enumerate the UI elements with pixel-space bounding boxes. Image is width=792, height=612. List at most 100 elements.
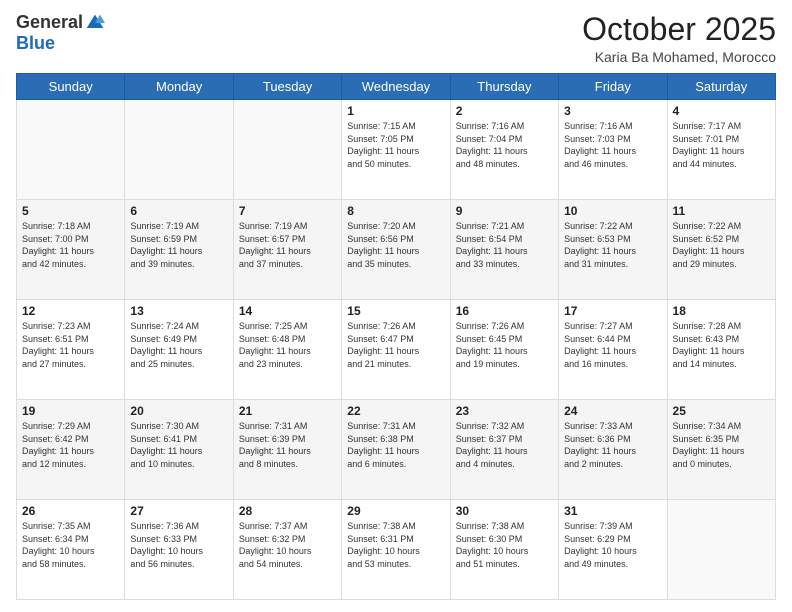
- calendar-day-cell: 16 Sunrise: 7:26 AM Sunset: 6:45 PM Dayli…: [450, 300, 558, 400]
- calendar-day-cell: 5 Sunrise: 7:18 AM Sunset: 7:00 PM Daylig…: [17, 200, 125, 300]
- calendar-day-cell: 23 Sunrise: 7:32 AM Sunset: 6:37 PM Dayli…: [450, 400, 558, 500]
- day-number: 11: [673, 204, 770, 218]
- day-info: Sunrise: 7:31 AM Sunset: 6:38 PM Dayligh…: [347, 420, 444, 470]
- day-number: 13: [130, 304, 227, 318]
- day-info: Sunrise: 7:18 AM Sunset: 7:00 PM Dayligh…: [22, 220, 119, 270]
- day-info: Sunrise: 7:27 AM Sunset: 6:44 PM Dayligh…: [564, 320, 661, 370]
- calendar-day-cell: 11 Sunrise: 7:22 AM Sunset: 6:52 PM Dayli…: [667, 200, 775, 300]
- calendar-day-cell: 18 Sunrise: 7:28 AM Sunset: 6:43 PM Dayli…: [667, 300, 775, 400]
- day-info: Sunrise: 7:29 AM Sunset: 6:42 PM Dayligh…: [22, 420, 119, 470]
- day-info: Sunrise: 7:38 AM Sunset: 6:31 PM Dayligh…: [347, 520, 444, 570]
- day-number: 1: [347, 104, 444, 118]
- day-info: Sunrise: 7:19 AM Sunset: 6:57 PM Dayligh…: [239, 220, 336, 270]
- day-number: 8: [347, 204, 444, 218]
- page: General Blue October 2025 Karia Ba Moham…: [0, 0, 792, 612]
- calendar-day-cell: 3Sunrise: 7:16 AM Sunset: 7:03 PM Daylig…: [559, 100, 667, 200]
- calendar-day-cell: 6 Sunrise: 7:19 AM Sunset: 6:59 PM Daylig…: [125, 200, 233, 300]
- location-subtitle: Karia Ba Mohamed, Morocco: [582, 49, 776, 65]
- day-number: 9: [456, 204, 553, 218]
- header: General Blue October 2025 Karia Ba Moham…: [16, 12, 776, 65]
- calendar-day-cell: 26 Sunrise: 7:35 AM Sunset: 6:34 PM Dayli…: [17, 500, 125, 600]
- day-number: 30: [456, 504, 553, 518]
- day-number: 4: [673, 104, 770, 118]
- day-info: Sunrise: 7:21 AM Sunset: 6:54 PM Dayligh…: [456, 220, 553, 270]
- logo-blue-text: Blue: [16, 33, 55, 54]
- calendar-day-cell: [17, 100, 125, 200]
- day-number: 6: [130, 204, 227, 218]
- calendar-day-cell: 2 Sunrise: 7:16 AM Sunset: 7:04 PM Daylig…: [450, 100, 558, 200]
- calendar-day-cell: 14 Sunrise: 7:25 AM Sunset: 6:48 PM Dayli…: [233, 300, 341, 400]
- calendar-day-cell: 29Sunrise: 7:38 AM Sunset: 6:31 PM Dayli…: [342, 500, 450, 600]
- calendar-day-cell: 21 Sunrise: 7:31 AM Sunset: 6:39 PM Dayli…: [233, 400, 341, 500]
- day-number: 20: [130, 404, 227, 418]
- day-number: 14: [239, 304, 336, 318]
- calendar-day-cell: 17 Sunrise: 7:27 AM Sunset: 6:44 PM Dayli…: [559, 300, 667, 400]
- logo: General Blue: [16, 12, 105, 54]
- day-info: Sunrise: 7:38 AM Sunset: 6:30 PM Dayligh…: [456, 520, 553, 570]
- logo-icon: [85, 13, 105, 33]
- calendar-day-cell: [125, 100, 233, 200]
- day-number: 18: [673, 304, 770, 318]
- day-info: Sunrise: 7:16 AM Sunset: 7:04 PM Dayligh…: [456, 120, 553, 170]
- day-info: Sunrise: 7:16 AM Sunset: 7:03 PM Dayligh…: [564, 120, 661, 170]
- header-thursday: Thursday: [450, 74, 558, 100]
- calendar-day-cell: 4Sunrise: 7:17 AM Sunset: 7:01 PM Daylig…: [667, 100, 775, 200]
- calendar-day-cell: 13Sunrise: 7:24 AM Sunset: 6:49 PM Dayli…: [125, 300, 233, 400]
- day-number: 21: [239, 404, 336, 418]
- day-info: Sunrise: 7:28 AM Sunset: 6:43 PM Dayligh…: [673, 320, 770, 370]
- month-title: October 2025: [582, 12, 776, 47]
- calendar-day-cell: 27 Sunrise: 7:36 AM Sunset: 6:33 PM Dayli…: [125, 500, 233, 600]
- day-number: 7: [239, 204, 336, 218]
- day-info: Sunrise: 7:32 AM Sunset: 6:37 PM Dayligh…: [456, 420, 553, 470]
- calendar-day-cell: [233, 100, 341, 200]
- day-number: 24: [564, 404, 661, 418]
- header-sunday: Sunday: [17, 74, 125, 100]
- day-info: Sunrise: 7:20 AM Sunset: 6:56 PM Dayligh…: [347, 220, 444, 270]
- calendar-week-row: 1 Sunrise: 7:15 AM Sunset: 7:05 PM Daylig…: [17, 100, 776, 200]
- calendar-day-cell: 22 Sunrise: 7:31 AM Sunset: 6:38 PM Dayli…: [342, 400, 450, 500]
- day-number: 22: [347, 404, 444, 418]
- day-number: 28: [239, 504, 336, 518]
- calendar-day-cell: 20Sunrise: 7:30 AM Sunset: 6:41 PM Dayli…: [125, 400, 233, 500]
- calendar-day-cell: 25 Sunrise: 7:34 AM Sunset: 6:35 PM Dayli…: [667, 400, 775, 500]
- day-info: Sunrise: 7:23 AM Sunset: 6:51 PM Dayligh…: [22, 320, 119, 370]
- header-saturday: Saturday: [667, 74, 775, 100]
- day-number: 23: [456, 404, 553, 418]
- day-info: Sunrise: 7:25 AM Sunset: 6:48 PM Dayligh…: [239, 320, 336, 370]
- day-number: 27: [130, 504, 227, 518]
- day-number: 15: [347, 304, 444, 318]
- calendar: Sunday Monday Tuesday Wednesday Thursday…: [16, 73, 776, 600]
- day-info: Sunrise: 7:33 AM Sunset: 6:36 PM Dayligh…: [564, 420, 661, 470]
- day-number: 26: [22, 504, 119, 518]
- day-info: Sunrise: 7:15 AM Sunset: 7:05 PM Dayligh…: [347, 120, 444, 170]
- day-info: Sunrise: 7:35 AM Sunset: 6:34 PM Dayligh…: [22, 520, 119, 570]
- calendar-day-cell: 19Sunrise: 7:29 AM Sunset: 6:42 PM Dayli…: [17, 400, 125, 500]
- header-friday: Friday: [559, 74, 667, 100]
- day-info: Sunrise: 7:19 AM Sunset: 6:59 PM Dayligh…: [130, 220, 227, 270]
- day-number: 10: [564, 204, 661, 218]
- day-number: 16: [456, 304, 553, 318]
- calendar-day-cell: [667, 500, 775, 600]
- day-number: 5: [22, 204, 119, 218]
- day-info: Sunrise: 7:39 AM Sunset: 6:29 PM Dayligh…: [564, 520, 661, 570]
- day-info: Sunrise: 7:36 AM Sunset: 6:33 PM Dayligh…: [130, 520, 227, 570]
- calendar-week-row: 12Sunrise: 7:23 AM Sunset: 6:51 PM Dayli…: [17, 300, 776, 400]
- calendar-week-row: 26 Sunrise: 7:35 AM Sunset: 6:34 PM Dayli…: [17, 500, 776, 600]
- day-info: Sunrise: 7:26 AM Sunset: 6:45 PM Dayligh…: [456, 320, 553, 370]
- day-number: 31: [564, 504, 661, 518]
- calendar-day-cell: 24 Sunrise: 7:33 AM Sunset: 6:36 PM Dayli…: [559, 400, 667, 500]
- day-number: 17: [564, 304, 661, 318]
- day-number: 2: [456, 104, 553, 118]
- calendar-day-cell: 12Sunrise: 7:23 AM Sunset: 6:51 PM Dayli…: [17, 300, 125, 400]
- day-number: 25: [673, 404, 770, 418]
- calendar-day-cell: 10 Sunrise: 7:22 AM Sunset: 6:53 PM Dayli…: [559, 200, 667, 300]
- calendar-day-cell: 9 Sunrise: 7:21 AM Sunset: 6:54 PM Daylig…: [450, 200, 558, 300]
- day-info: Sunrise: 7:22 AM Sunset: 6:52 PM Dayligh…: [673, 220, 770, 270]
- calendar-day-cell: 15Sunrise: 7:26 AM Sunset: 6:47 PM Dayli…: [342, 300, 450, 400]
- day-info: Sunrise: 7:34 AM Sunset: 6:35 PM Dayligh…: [673, 420, 770, 470]
- day-info: Sunrise: 7:31 AM Sunset: 6:39 PM Dayligh…: [239, 420, 336, 470]
- logo-general-text: General: [16, 12, 83, 33]
- calendar-day-cell: 30 Sunrise: 7:38 AM Sunset: 6:30 PM Dayli…: [450, 500, 558, 600]
- day-info: Sunrise: 7:22 AM Sunset: 6:53 PM Dayligh…: [564, 220, 661, 270]
- calendar-day-cell: 31 Sunrise: 7:39 AM Sunset: 6:29 PM Dayli…: [559, 500, 667, 600]
